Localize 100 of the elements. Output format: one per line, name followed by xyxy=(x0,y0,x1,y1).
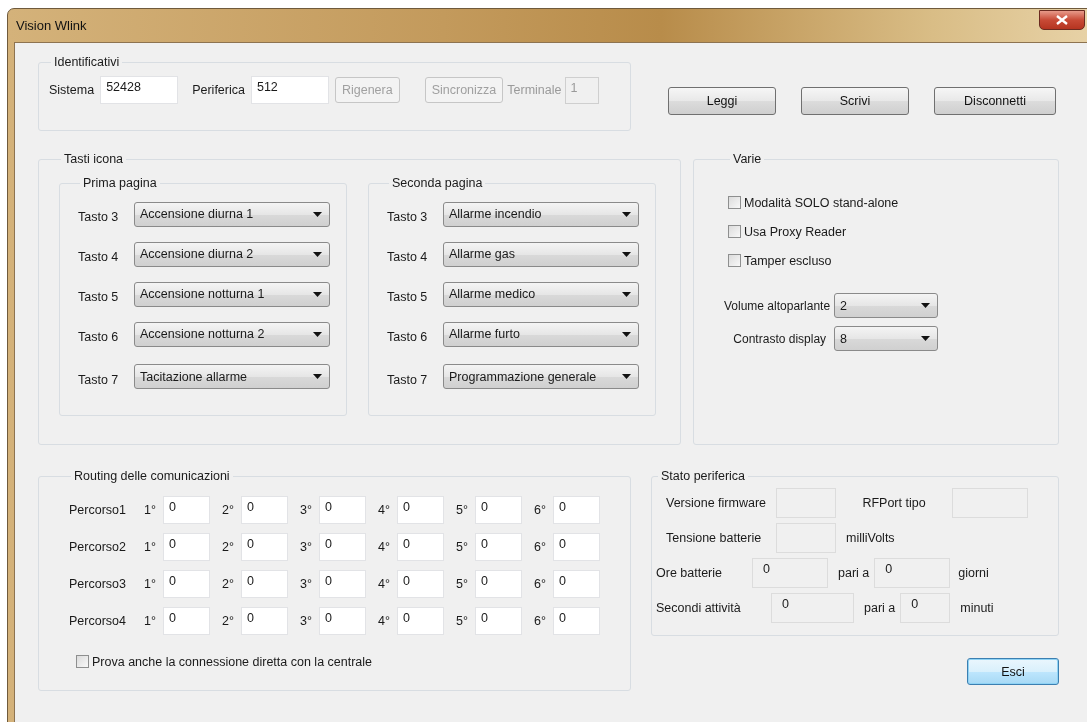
status-label: minuti xyxy=(960,600,994,615)
status-label: RFPort tipo xyxy=(861,495,927,510)
dropdown[interactable]: Allarme incendio xyxy=(443,201,639,227)
dropdown[interactable]: Tacitazione allarme xyxy=(134,364,330,389)
close-icon xyxy=(1056,15,1068,25)
key-label: Tasto 3 xyxy=(78,209,120,224)
input-field[interactable]: 0 xyxy=(163,495,210,524)
key-label: Tasto 7 xyxy=(387,371,429,387)
hop-label: 5° xyxy=(456,502,469,517)
input-field[interactable]: 0 xyxy=(241,532,288,561)
key-label: Tasto 4 xyxy=(78,249,120,264)
input-field[interactable]: 512 xyxy=(250,76,329,104)
input-field[interactable]: 0 xyxy=(397,606,444,635)
exit-button[interactable]: Esci xyxy=(967,658,1059,685)
input-field[interactable]: 0 xyxy=(397,532,444,561)
caret-icon xyxy=(622,291,631,297)
status-label: Tensione batterie xyxy=(665,530,763,545)
hop-label: 2° xyxy=(222,539,235,554)
checkbox-label: Tamper escluso xyxy=(744,253,832,268)
checkbox-label: Modalità SOLO stand-alone xyxy=(744,195,899,210)
hop-label: 2° xyxy=(222,613,235,628)
group-title: Identificativi xyxy=(53,55,121,69)
action-button[interactable]: Leggi xyxy=(668,87,776,115)
dropdown[interactable]: Allarme furto xyxy=(443,321,639,347)
hop-label: 1° xyxy=(144,576,157,591)
input-field[interactable]: 0 xyxy=(319,606,366,635)
input-field[interactable]: 0 xyxy=(319,495,366,524)
hop-label: 6° xyxy=(534,502,547,517)
input-field[interactable]: 0 xyxy=(163,569,210,598)
readonly-field: 0 xyxy=(752,557,828,588)
dropdown[interactable]: Accensione notturna 1 xyxy=(134,281,330,307)
input-field[interactable]: 0 xyxy=(241,606,288,635)
key-label: Tasto 5 xyxy=(78,289,120,304)
input-field[interactable]: 52428 xyxy=(100,76,179,104)
input-field[interactable]: 0 xyxy=(241,495,288,524)
input-field[interactable]: 0 xyxy=(553,569,600,598)
input-field[interactable]: 0 xyxy=(163,532,210,561)
group-title: Stato periferica xyxy=(660,469,747,483)
hop-label: 4° xyxy=(378,613,391,628)
key-label: Tasto 6 xyxy=(387,329,429,344)
input-field[interactable]: 0 xyxy=(475,606,522,635)
path-label: Percorso2 xyxy=(69,539,127,554)
group-title: Routing delle comunicazioni xyxy=(73,469,231,483)
input-field[interactable]: 0 xyxy=(553,606,600,635)
input-field[interactable]: 0 xyxy=(241,569,288,598)
action-button[interactable]: Disconnetti xyxy=(934,87,1056,115)
dropdown[interactable]: Accensione notturna 2 xyxy=(134,321,330,347)
caret-icon xyxy=(622,331,631,337)
key-label: Tasto 6 xyxy=(78,329,120,344)
input-field[interactable]: 0 xyxy=(319,569,366,598)
readonly-field: 0 xyxy=(771,592,854,623)
input-field[interactable]: 0 xyxy=(475,532,522,561)
group-title: Seconda pagina xyxy=(391,176,484,190)
caret-icon xyxy=(921,336,931,341)
field-label: Terminale xyxy=(507,83,562,97)
hop-label: 1° xyxy=(144,613,157,628)
checkbox[interactable] xyxy=(728,225,741,238)
dropdown[interactable]: Allarme gas xyxy=(443,241,639,267)
hop-label: 3° xyxy=(300,613,313,628)
path-label: Percorso1 xyxy=(69,502,127,517)
checkbox[interactable] xyxy=(728,196,741,209)
hop-label: 5° xyxy=(456,576,469,591)
group-title: Varie xyxy=(732,152,763,166)
checkbox[interactable] xyxy=(76,655,89,668)
checkbox[interactable] xyxy=(728,254,741,267)
close-button[interactable] xyxy=(1039,10,1085,30)
dropdown[interactable]: Allarme medico xyxy=(443,281,639,307)
field-label: Sistema xyxy=(49,83,95,97)
input-field[interactable]: 0 xyxy=(475,495,522,524)
hop-label: 3° xyxy=(300,502,313,517)
readonly-field: 0 xyxy=(874,557,951,588)
key-label: Tasto 3 xyxy=(387,209,429,224)
key-label: Tasto 5 xyxy=(387,289,429,304)
input-field[interactable]: 0 xyxy=(397,569,444,598)
input-field[interactable]: 0 xyxy=(319,532,366,561)
hop-label: 1° xyxy=(144,539,157,554)
caret-icon xyxy=(313,291,322,297)
input-field[interactable]: 0 xyxy=(163,606,210,635)
dropdown[interactable]: Accensione diurna 1 xyxy=(134,201,330,227)
dropdown[interactable]: 8 xyxy=(834,326,939,351)
group-title: Tasti icona xyxy=(63,152,125,166)
caret-icon xyxy=(313,374,322,379)
input-field[interactable]: 0 xyxy=(397,495,444,524)
hop-label: 1° xyxy=(144,502,157,517)
dropdown[interactable]: 2 xyxy=(834,293,939,318)
input-field[interactable]: 0 xyxy=(475,569,522,598)
status-label: pari a xyxy=(864,600,896,615)
dropdown[interactable]: Accensione diurna 2 xyxy=(134,241,330,267)
hop-label: 4° xyxy=(378,576,391,591)
hop-label: 6° xyxy=(534,576,547,591)
status-label: Secondi attività xyxy=(656,600,742,615)
key-label: Tasto 7 xyxy=(78,371,120,387)
hop-label: 3° xyxy=(300,539,313,554)
input-field[interactable]: 0 xyxy=(553,532,600,561)
input-field[interactable]: 0 xyxy=(553,495,600,524)
action-button[interactable]: Scrivi xyxy=(801,87,909,115)
hop-label: 5° xyxy=(456,613,469,628)
dropdown[interactable]: Programmazione generale xyxy=(443,364,639,389)
caret-icon xyxy=(313,251,322,257)
key-label: Tasto 4 xyxy=(387,249,429,264)
